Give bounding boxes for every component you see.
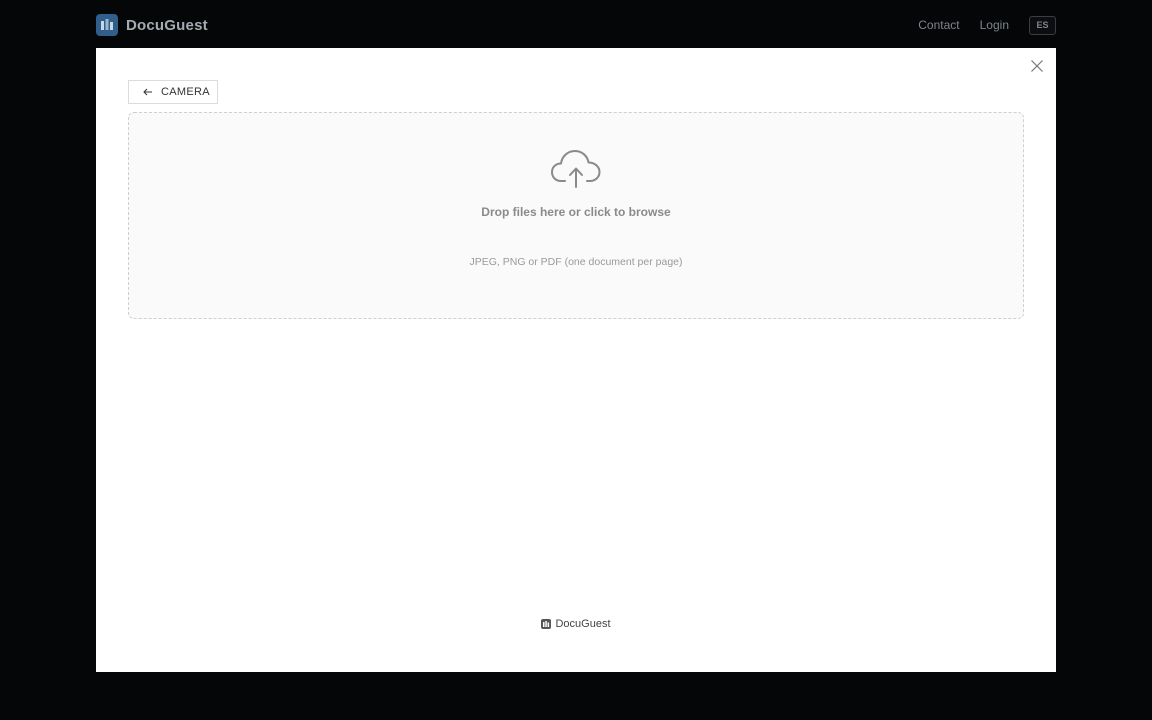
modal-footer: DocuGuest	[96, 618, 1056, 630]
footer-brand-text: DocuGuest	[555, 618, 611, 630]
dropzone-title: Drop files here or click to browse	[481, 205, 671, 219]
top-navbar: DocuGuest Contact Login ES	[0, 0, 1152, 48]
file-dropzone[interactable]: Drop files here or click to browse JPEG,…	[128, 112, 1024, 319]
back-button-label: CAMERA	[161, 86, 210, 98]
nav-login-link[interactable]: Login	[980, 18, 1009, 32]
brand-name: DocuGuest	[126, 16, 208, 34]
nav-contact-link[interactable]: Contact	[918, 18, 959, 32]
close-icon[interactable]	[1030, 59, 1044, 73]
footer-logo-icon	[541, 619, 552, 629]
upload-modal: CAMERA Drop files here or click to brows…	[96, 48, 1056, 672]
dropzone-hint: JPEG, PNG or PDF (one document per page)	[469, 256, 683, 268]
language-button[interactable]: ES	[1029, 15, 1056, 35]
back-to-camera-button[interactable]: CAMERA	[128, 80, 218, 104]
arrow-left-icon	[143, 83, 153, 101]
nav-links: Contact Login ES	[918, 15, 1056, 35]
brand-logo-icon	[96, 14, 118, 36]
brand[interactable]: DocuGuest	[96, 14, 208, 36]
cloud-upload-icon	[550, 149, 602, 194]
